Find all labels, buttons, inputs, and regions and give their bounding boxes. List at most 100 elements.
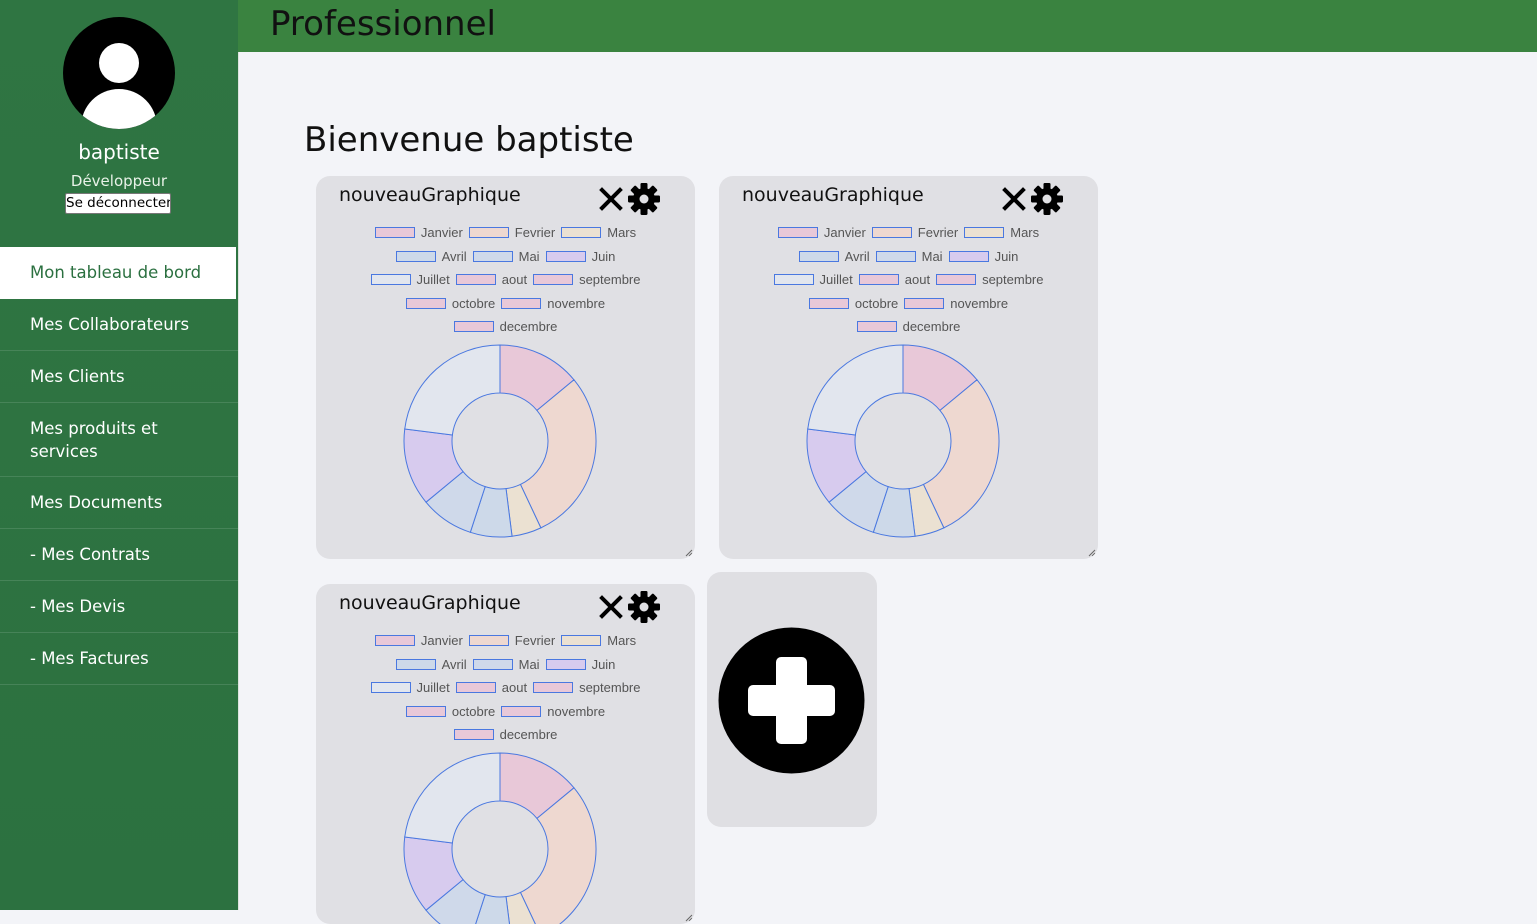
- legend-item[interactable]: decembre: [453, 319, 558, 335]
- legend-label: Janvier: [823, 225, 866, 241]
- legend-swatch: [798, 250, 839, 262]
- legend-label: Fevrier: [917, 225, 959, 241]
- donut-slice[interactable]: [807, 344, 904, 436]
- legend-item[interactable]: Fevrier: [468, 633, 555, 648]
- close-icon[interactable]: [1001, 186, 1027, 212]
- legend-item[interactable]: Janvier: [777, 225, 866, 241]
- sidebar-item-products[interactable]: Mes produits et services: [0, 403, 238, 477]
- logout-button[interactable]: Se déconnecter: [65, 193, 171, 214]
- legend-row: Avril Mai Juin: [719, 245, 1098, 269]
- legend-label: Mai: [518, 248, 540, 264]
- legend-item[interactable]: Juin: [545, 248, 616, 264]
- legend-label: decembre: [499, 319, 558, 335]
- chart-card: nouveauGraphique Janvier Fevrier Mars Avril M…: [316, 176, 695, 559]
- legend-item[interactable]: septembre: [533, 272, 640, 287]
- legend-item[interactable]: septembre: [533, 680, 640, 695]
- plus-circle-icon[interactable]: [718, 627, 865, 774]
- donut-slice[interactable]: [404, 752, 501, 844]
- legend-swatch: [773, 274, 814, 286]
- legend-item[interactable]: Juin: [948, 249, 1018, 264]
- legend-item[interactable]: Avril: [798, 249, 870, 264]
- legend-swatch: [856, 321, 897, 333]
- close-icon[interactable]: [598, 594, 624, 620]
- legend-swatch: [405, 297, 446, 309]
- gear-icon[interactable]: [627, 182, 661, 216]
- legend-swatch: [501, 705, 542, 717]
- sidebar-item-label: Mon tableau de bord: [30, 263, 202, 282]
- legend-swatch: [501, 297, 542, 309]
- donut-slice[interactable]: [404, 344, 501, 436]
- legend-item[interactable]: Avril: [395, 657, 467, 672]
- legend-item[interactable]: aout: [858, 272, 930, 287]
- user-role: Développeur: [70, 172, 168, 190]
- sidebar-item-invoices[interactable]: - Mes Factures: [0, 633, 238, 685]
- legend-item[interactable]: octobre: [808, 296, 898, 311]
- legend-item[interactable]: Mai: [875, 249, 943, 264]
- legend-label: Janvier: [420, 633, 463, 649]
- legend-label: Juin: [591, 248, 616, 264]
- legend-swatch: [904, 297, 945, 309]
- legend-row: Janvier Fevrier Mars: [719, 221, 1098, 245]
- legend-label: septembre: [579, 680, 641, 696]
- legend-label: Janvier: [420, 225, 463, 241]
- legend-item[interactable]: Mars: [964, 225, 1039, 240]
- legend-swatch: [545, 658, 586, 670]
- legend-item[interactable]: Juillet: [370, 272, 450, 287]
- legend-swatch: [858, 274, 899, 286]
- legend-item[interactable]: Fevrier: [468, 225, 555, 240]
- legend-item[interactable]: septembre: [936, 272, 1043, 287]
- legend-item[interactable]: Janvier: [374, 633, 463, 649]
- sidebar-item-quotes[interactable]: - Mes Devis: [0, 581, 238, 633]
- close-icon[interactable]: [598, 186, 624, 212]
- gear-icon[interactable]: [627, 590, 661, 624]
- resize-handle[interactable]: [685, 549, 693, 557]
- legend-item[interactable]: decembre: [453, 727, 557, 742]
- legend-row: decembre: [316, 315, 695, 339]
- legend-item[interactable]: octobre: [405, 296, 495, 311]
- legend-row: Juillet aout septembre: [316, 676, 695, 700]
- legend-item[interactable]: Mai: [472, 657, 540, 672]
- legend-item[interactable]: octobre: [405, 704, 495, 719]
- legend-swatch: [468, 635, 509, 647]
- legend-item[interactable]: Juillet: [773, 272, 853, 288]
- legend-row: decembre: [316, 723, 695, 747]
- legend-item[interactable]: Avril: [395, 249, 467, 264]
- sidebar-item-clients[interactable]: Mes Clients: [0, 351, 238, 403]
- legend-item[interactable]: Mars: [561, 633, 636, 648]
- legend-swatch: [472, 658, 513, 670]
- chart-legend: Janvier Fevrier Mars Avril Mai Juin Juillet aou…: [719, 221, 1098, 339]
- legend-item[interactable]: Fevrier: [871, 225, 959, 241]
- legend-label: novembre: [547, 703, 606, 719]
- sidebar-item-label: Mes Clients: [30, 367, 125, 386]
- user-avatar-icon: [63, 17, 175, 129]
- sidebar-item-dashboard[interactable]: Mon tableau de bord: [0, 247, 236, 299]
- legend-item[interactable]: Mai: [472, 248, 540, 264]
- legend-item[interactable]: decembre: [856, 319, 960, 334]
- resize-handle[interactable]: [685, 914, 693, 922]
- legend-item[interactable]: novembre: [904, 296, 1008, 311]
- legend-item[interactable]: Juillet: [370, 680, 450, 695]
- donut-chart: [403, 752, 597, 924]
- legend-swatch: [370, 274, 411, 286]
- legend-swatch: [561, 227, 602, 239]
- legend-item[interactable]: aout: [455, 272, 527, 287]
- legend-item[interactable]: novembre: [501, 704, 605, 719]
- sidebar-item-collaborators[interactable]: Mes Collaborateurs: [0, 299, 238, 351]
- legend-item[interactable]: Mars: [561, 225, 636, 240]
- gear-icon[interactable]: [1030, 182, 1064, 216]
- sidebar-item-label: - Mes Contrats: [30, 545, 150, 564]
- legend-row: decembre: [719, 315, 1098, 339]
- sidebar-item-documents[interactable]: Mes Documents: [0, 477, 238, 529]
- legend-swatch: [395, 250, 436, 262]
- legend-label: Juillet: [819, 272, 853, 288]
- add-chart-card[interactable]: [707, 572, 877, 827]
- sidebar-nav: Mon tableau de bord Mes Collaborateurs M…: [0, 247, 238, 685]
- avatar-body: [81, 89, 157, 129]
- legend-item[interactable]: aout: [455, 680, 527, 695]
- resize-handle[interactable]: [1088, 549, 1096, 557]
- legend-item[interactable]: Juin: [545, 657, 615, 672]
- legend-swatch: [472, 250, 513, 262]
- legend-item[interactable]: Janvier: [374, 225, 463, 241]
- sidebar-item-contracts[interactable]: - Mes Contrats: [0, 529, 238, 581]
- legend-item[interactable]: novembre: [501, 296, 605, 311]
